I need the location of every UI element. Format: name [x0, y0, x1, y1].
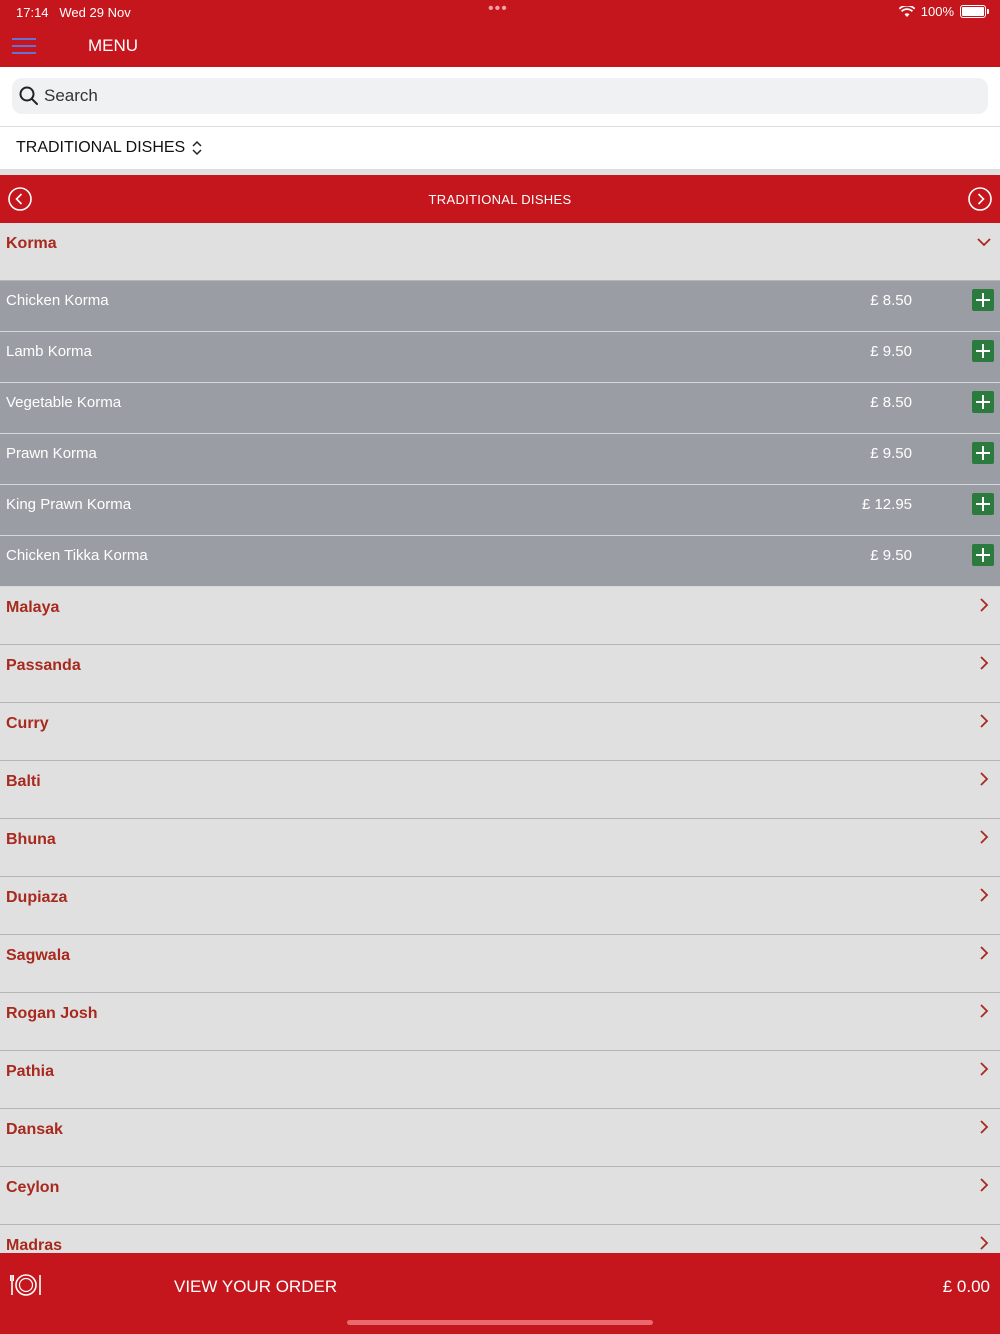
section-row[interactable]: Malaya — [0, 587, 1000, 645]
item-price: £ 9.50 — [870, 343, 912, 360]
category-nav-title: TRADITIONAL DISHES — [428, 192, 572, 207]
add-item-button[interactable] — [972, 493, 994, 515]
menu-item-row: King Prawn Korma £ 12.95 — [0, 485, 1000, 536]
chevron-right-icon — [980, 830, 989, 844]
battery-icon — [960, 5, 989, 18]
page-title: MENU — [88, 36, 139, 55]
section-label: Ceylon — [6, 1179, 60, 1196]
chevron-right-icon — [980, 1120, 989, 1134]
item-price: £ 9.50 — [870, 445, 912, 462]
section-row[interactable]: Madras — [0, 1225, 1000, 1253]
search-area — [0, 67, 1000, 127]
category-selector[interactable]: TRADITIONAL DISHES — [0, 127, 1000, 170]
chevron-down-icon — [977, 238, 991, 247]
search-bar[interactable] — [12, 78, 988, 114]
status-time: 17:14 Wed 29 Nov — [16, 5, 131, 20]
section-label: Sagwala — [6, 947, 71, 964]
section-label: Pathia — [6, 1063, 55, 1080]
section-label: Madras — [6, 1237, 63, 1253]
search-icon — [19, 86, 38, 105]
next-category-icon[interactable] — [968, 187, 992, 211]
hamburger-menu-icon[interactable] — [12, 38, 36, 54]
menu-list: Korma Chicken Korma £ 8.50 Lamb Korma £ 9.5… — [0, 223, 1000, 1253]
view-order-label: VIEW YOUR ORDER — [174, 1277, 338, 1296]
chevron-right-icon — [980, 888, 989, 902]
section-label: Dansak — [6, 1121, 63, 1138]
item-name: King Prawn Korma — [6, 496, 132, 513]
search-input[interactable] — [42, 85, 946, 107]
menu-item-row: Vegetable Korma £ 8.50 — [0, 383, 1000, 434]
section-row[interactable]: Curry — [0, 703, 1000, 761]
chevron-right-icon — [980, 656, 989, 670]
section-label: Dupiaza — [6, 889, 68, 906]
multitasking-dots-icon[interactable]: ••• — [488, 0, 508, 18]
section-row[interactable]: Dansak — [0, 1109, 1000, 1167]
section-label: Korma — [6, 235, 57, 252]
section-label: Bhuna — [6, 831, 56, 848]
wifi-icon — [898, 5, 915, 17]
order-total: £ 0.00 — [942, 1277, 990, 1296]
section-label: Balti — [6, 773, 41, 790]
top-bar: 17:14 Wed 29 Nov ••• 100% MENU — [0, 0, 1000, 67]
section-label: Rogan Josh — [6, 1005, 98, 1022]
chevron-right-icon — [980, 1062, 989, 1076]
add-item-button[interactable] — [972, 340, 994, 362]
menu-item-row: Chicken Tikka Korma £ 9.50 — [0, 536, 1000, 587]
section-row[interactable]: Sagwala — [0, 935, 1000, 993]
add-item-button[interactable] — [972, 289, 994, 311]
item-name: Chicken Tikka Korma — [6, 547, 148, 564]
menu-item-row: Prawn Korma £ 9.50 — [0, 434, 1000, 485]
chevron-right-icon — [980, 1004, 989, 1018]
menu-item-row: Chicken Korma £ 8.50 — [0, 281, 1000, 332]
chevron-up-down-icon — [192, 140, 202, 156]
section-label: Malaya — [6, 599, 60, 616]
chevron-right-icon — [980, 598, 989, 612]
battery-percent: 100% — [920, 4, 954, 19]
category-selector-label: TRADITIONAL DISHES — [16, 139, 186, 156]
section-korma[interactable]: Korma — [0, 223, 1000, 281]
chevron-right-icon — [980, 772, 989, 786]
item-price: £ 9.50 — [870, 547, 912, 564]
chevron-right-icon — [980, 714, 989, 728]
section-row[interactable]: Passanda — [0, 645, 1000, 703]
status-right: 100% — [898, 4, 989, 19]
menu-item-row: Lamb Korma £ 9.50 — [0, 332, 1000, 383]
section-row[interactable]: Pathia — [0, 1051, 1000, 1109]
section-row[interactable]: Dupiaza — [0, 877, 1000, 935]
chevron-right-icon — [980, 946, 989, 960]
add-item-button[interactable] — [972, 544, 994, 566]
add-item-button[interactable] — [972, 442, 994, 464]
item-name: Prawn Korma — [6, 445, 97, 462]
item-price: £ 8.50 — [870, 292, 912, 309]
item-name: Chicken Korma — [6, 292, 109, 309]
section-row[interactable]: Bhuna — [0, 819, 1000, 877]
chevron-right-icon — [980, 1236, 989, 1250]
plate-cutlery-icon — [10, 1274, 41, 1296]
item-name: Vegetable Korma — [6, 394, 122, 411]
category-nav-bar: TRADITIONAL DISHES — [0, 175, 1000, 223]
add-item-button[interactable] — [972, 391, 994, 413]
chevron-right-icon — [980, 1178, 989, 1192]
section-label: Passanda — [6, 657, 81, 674]
section-row[interactable]: Ceylon — [0, 1167, 1000, 1225]
section-row[interactable]: Balti — [0, 761, 1000, 819]
section-label: Curry — [6, 715, 49, 732]
home-indicator[interactable] — [347, 1320, 653, 1325]
item-price: £ 8.50 — [870, 394, 912, 411]
item-price: £ 12.95 — [861, 496, 912, 513]
section-row[interactable]: Rogan Josh — [0, 993, 1000, 1051]
item-name: Lamb Korma — [6, 343, 92, 360]
